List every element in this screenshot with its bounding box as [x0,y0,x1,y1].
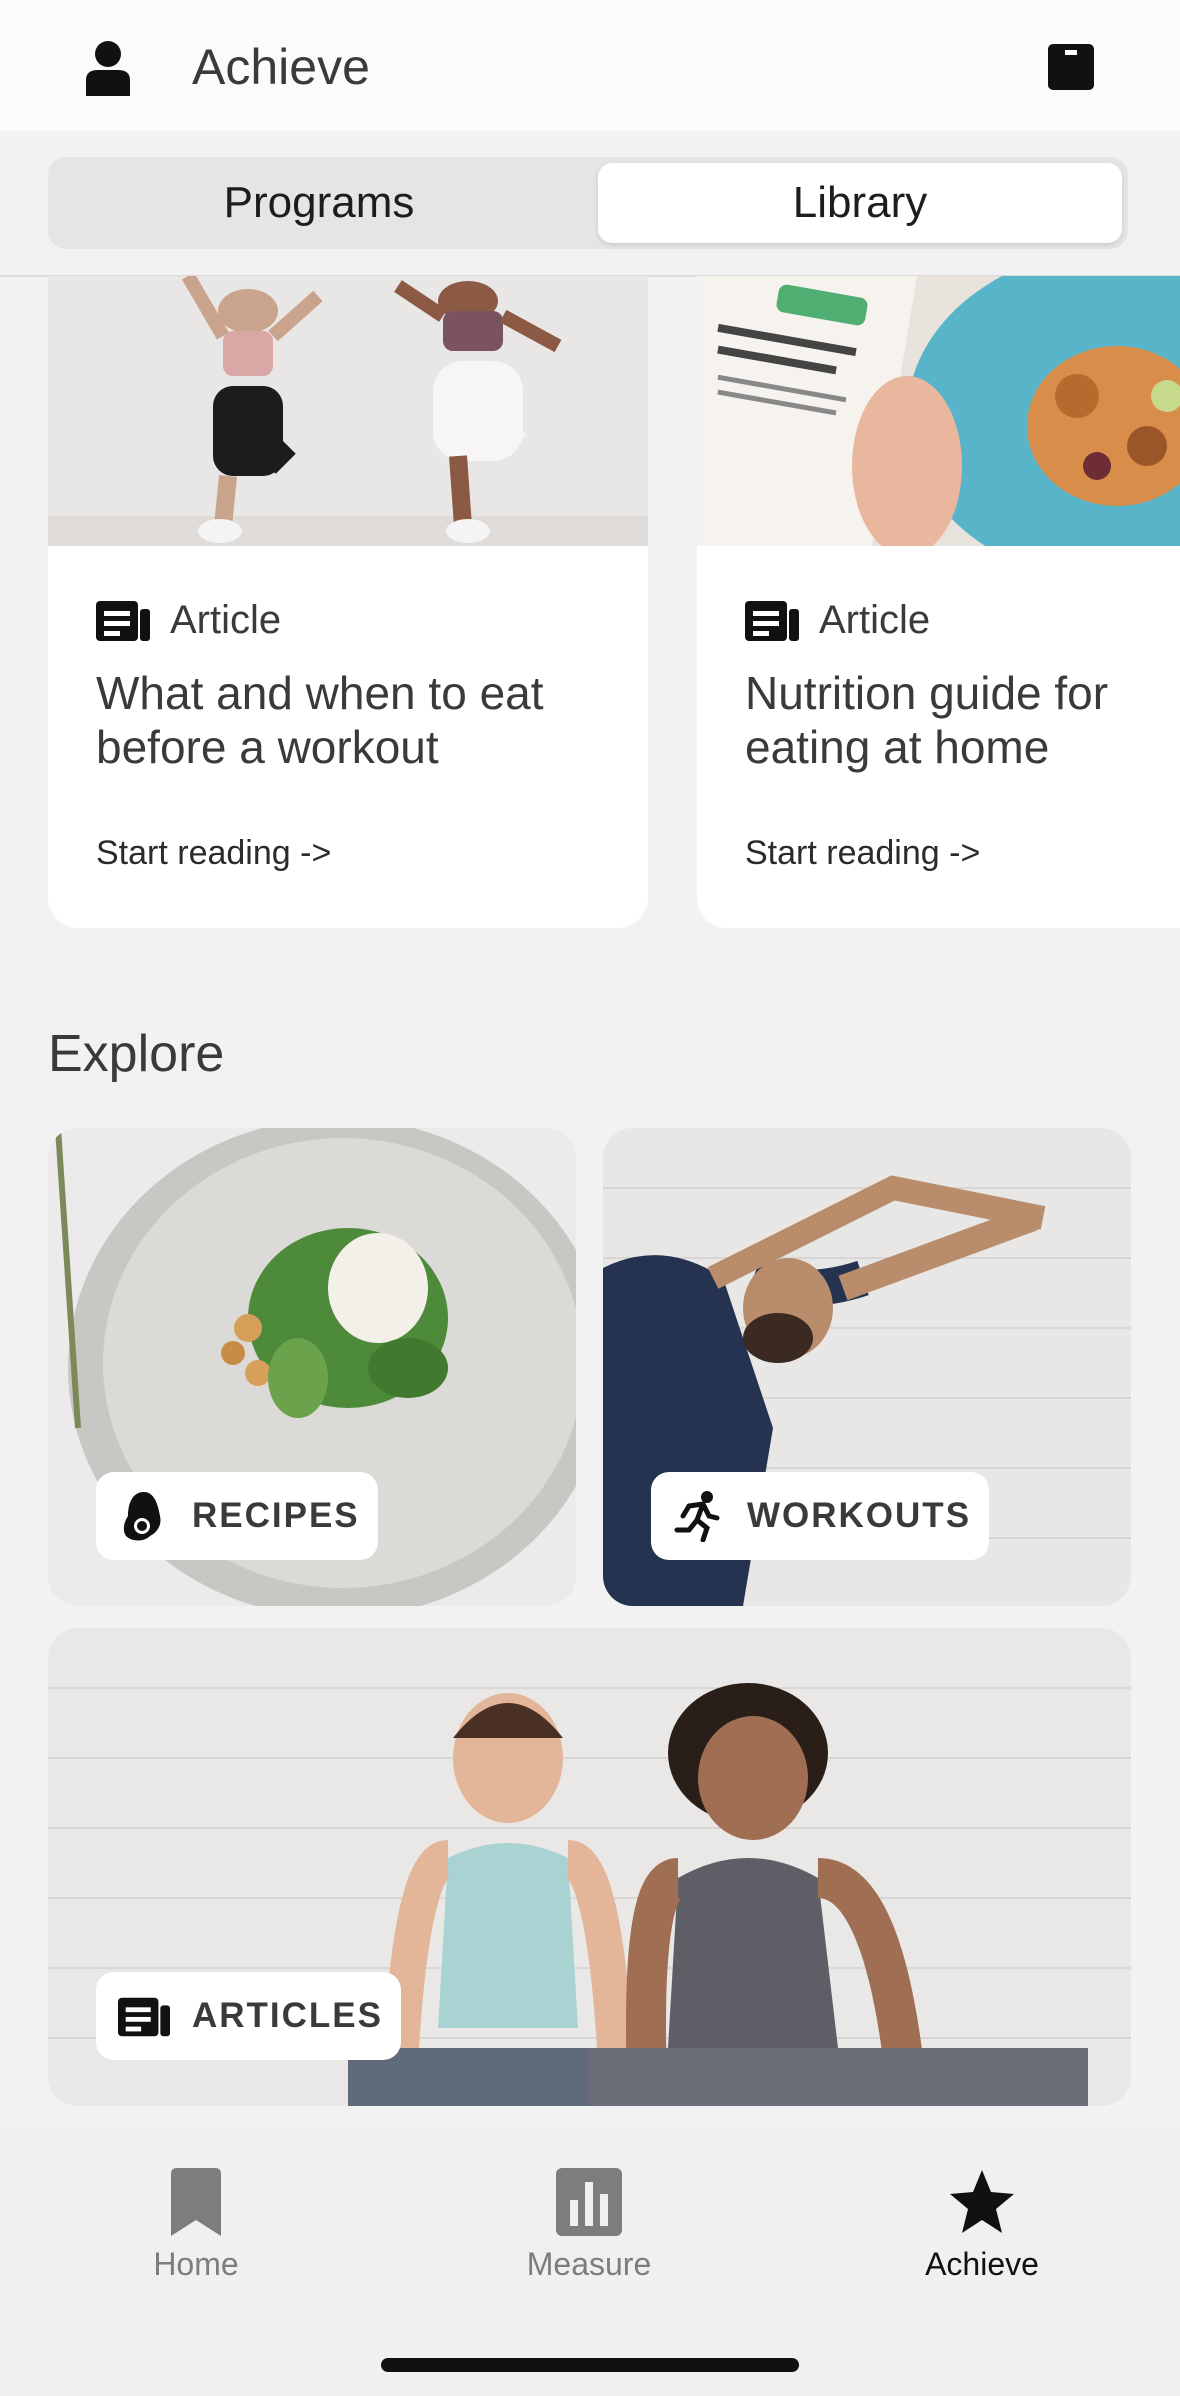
article-kind: Article [745,598,930,642]
tab-programs[interactable]: Programs [54,163,584,243]
running-icon [674,1491,720,1542]
segmented-control-bar: Programs Library [0,131,1180,277]
star-icon [950,2170,1014,2233]
avocado-icon [123,1492,161,1541]
explore-tile-workouts[interactable]: WORKOUTS [603,1128,1131,1606]
recipes-pill: RECIPES [96,1472,378,1560]
start-reading-link[interactable]: Start reading -> [745,834,980,873]
article-image [48,276,648,546]
workouts-pill: WORKOUTS [651,1472,990,1560]
nav-measure-label: Measure [526,2246,652,2282]
app-header: Achieve [0,0,1180,133]
tab-library[interactable]: Library [598,163,1122,243]
bookmark-icon [171,2168,221,2236]
explore-tile-articles[interactable]: ARTICLES [48,1628,1131,2106]
segmented-control: Programs Library [48,157,1128,249]
article-card[interactable]: Article What and when to eat before a wo… [48,276,648,928]
articles-label: ARTICLES [192,1996,383,2035]
nav-item-home[interactable]: Home [76,2168,316,2283]
explore-heading: Explore [48,1025,225,1083]
bottom-nav: Home Measure Achieve [0,2126,1180,2396]
article-title: What and when to eat before a workout [96,667,544,773]
nav-item-measure[interactable]: Measure [469,2168,709,2283]
article-card[interactable]: Article Nutrition guide for eating at ho… [697,276,1180,928]
article-icon [745,601,799,641]
page-title: Achieve [192,39,370,95]
library-content[interactable]: Article What and when to eat before a wo… [0,276,1180,2126]
two-women-exercising-photo [48,276,648,546]
workouts-label: WORKOUTS [747,1496,972,1535]
article-image [697,276,1180,546]
nav-achieve-label: Achieve [925,2246,1039,2282]
home-indicator[interactable] [381,2358,799,2372]
article-icon [96,601,150,641]
article-icon [118,1997,170,2037]
article-kind: Article [96,598,281,642]
phone-and-food-plate-photo [697,276,1180,546]
article-kind-label: Article [819,597,931,642]
bar-chart-icon [556,2168,622,2236]
book-icon[interactable] [1048,44,1094,90]
article-title: Nutrition guide for eating at home [745,667,1109,773]
start-reading-link[interactable]: Start reading -> [96,834,331,873]
recipes-label: RECIPES [192,1496,360,1535]
article-kind-label: Article [170,597,282,642]
nav-item-achieve[interactable]: Achieve [862,2168,1102,2283]
articles-pill: ARTICLES [96,1972,401,2060]
explore-tile-recipes[interactable]: RECIPES [48,1128,576,1606]
nav-home-label: Home [153,2246,239,2282]
profile-icon[interactable] [84,40,132,96]
